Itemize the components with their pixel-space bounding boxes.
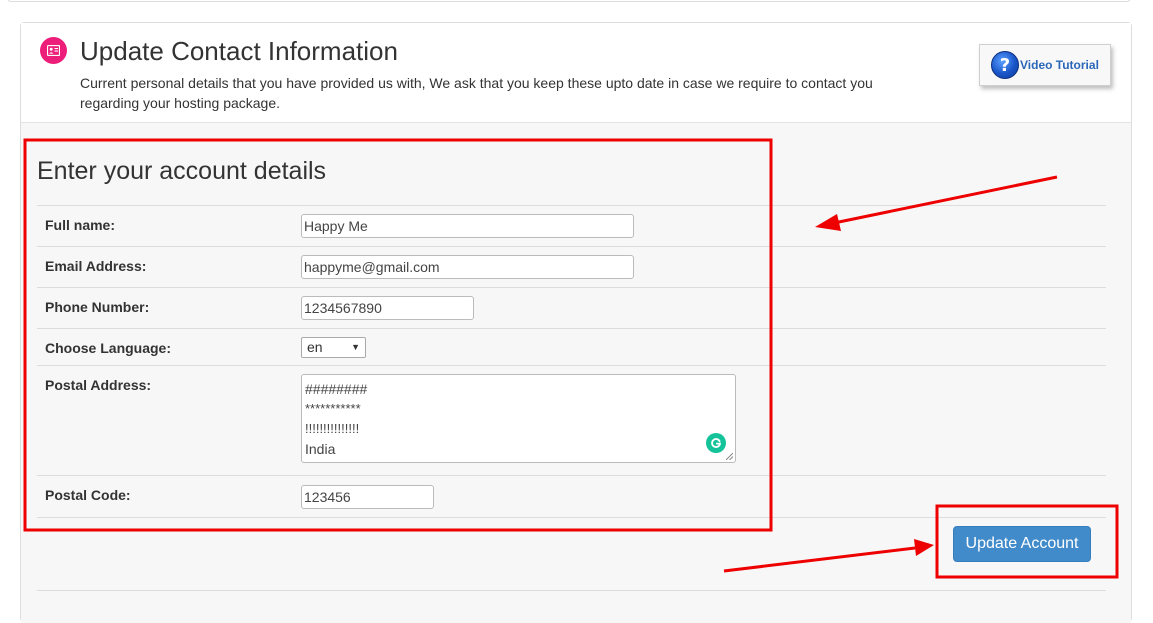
page-description: Current personal details that you have p… — [80, 75, 873, 111]
row-divider — [37, 246, 1106, 247]
postal-address-label: Postal Address: — [45, 377, 152, 393]
question-mark-icon: ? — [991, 51, 1019, 79]
row-divider — [37, 365, 1106, 366]
row-divider — [37, 475, 1106, 476]
section-title: Enter your account details — [37, 157, 327, 185]
row-divider — [37, 517, 1106, 518]
full-name-label: Full name: — [45, 217, 116, 233]
phone-label: Phone Number: — [45, 299, 150, 315]
contact-info-panel: Update Contact Information Current perso… — [20, 22, 1132, 623]
panel-header: Update Contact Information Current perso… — [21, 23, 1131, 123]
resize-handle-icon[interactable] — [726, 453, 733, 460]
address-line: ######## — [305, 381, 368, 397]
video-tutorial-label: Video Tutorial — [1020, 58, 1099, 72]
page-title: Update Contact Information — [80, 36, 398, 66]
language-select[interactable]: en ▼ — [301, 337, 366, 358]
email-label: Email Address: — [45, 258, 147, 274]
update-account-button[interactable]: Update Account — [953, 526, 1091, 562]
address-line: India — [305, 441, 336, 457]
language-selected-value: en — [307, 339, 323, 355]
previous-panel-edge — [7, 0, 1131, 2]
grammarly-icon[interactable] — [706, 433, 726, 453]
full-name-input[interactable] — [301, 214, 634, 238]
postal-address-textarea[interactable]: ######## *********** !!!!!!!!!!!!!!! Ind… — [301, 374, 736, 463]
postal-code-input[interactable] — [301, 485, 434, 509]
address-line: !!!!!!!!!!!!!!! — [305, 421, 360, 436]
contact-card-icon — [40, 37, 67, 64]
postal-code-label: Postal Code: — [45, 487, 131, 503]
row-divider — [37, 590, 1106, 591]
dropdown-arrow-icon: ▼ — [351, 342, 360, 352]
video-tutorial-button[interactable]: ? Video Tutorial — [979, 44, 1111, 86]
row-divider — [37, 287, 1106, 288]
phone-input[interactable] — [301, 296, 474, 320]
language-label: Choose Language: — [45, 340, 172, 356]
address-line: *********** — [305, 401, 361, 416]
email-input[interactable] — [301, 255, 634, 279]
row-divider — [37, 328, 1106, 329]
row-divider — [37, 205, 1106, 206]
